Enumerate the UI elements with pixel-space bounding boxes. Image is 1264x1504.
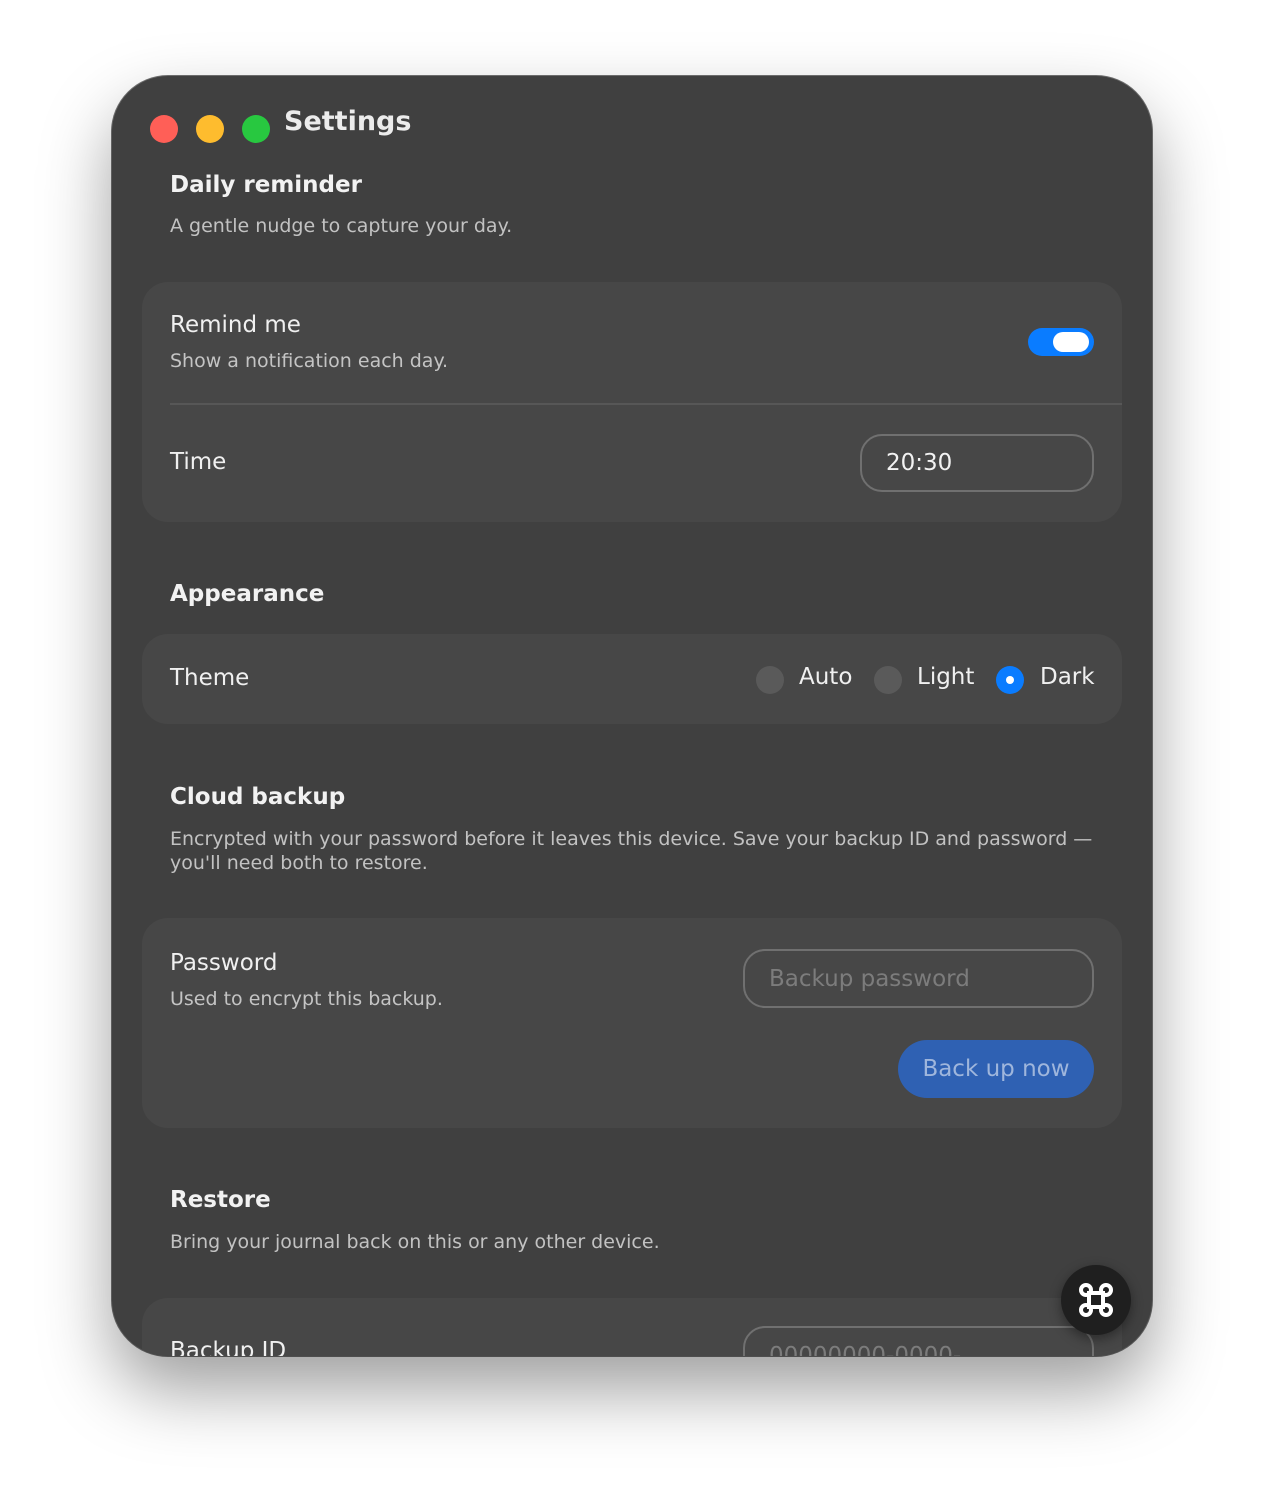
minimize-window-button[interactable] (196, 115, 224, 143)
restore-subtitle: Bring your journal back on this or any o… (170, 1231, 660, 1253)
cloud-backup-subtitle: Encrypted with your password before it l… (170, 828, 1093, 874)
window-title: Settings (284, 106, 412, 137)
theme-auto-label[interactable]: Auto (799, 664, 852, 690)
password-label: Password (170, 950, 278, 976)
daily-reminder-heading: Daily reminder (170, 172, 362, 198)
remind-me-description: Show a notification each day. (170, 350, 449, 372)
theme-dark-label[interactable]: Dark (1040, 664, 1095, 690)
backup-card: Password Used to encrypt this backup. Ba… (142, 918, 1122, 1128)
theme-light-radio[interactable] (874, 666, 902, 694)
command-symbol-icon (1079, 1283, 1113, 1317)
toggle-knob (1053, 332, 1089, 352)
restore-heading: Restore (170, 1187, 271, 1213)
remind-me-toggle[interactable] (1028, 328, 1094, 356)
reminder-card: Remind me Show a notification each day. … (142, 282, 1122, 522)
settings-window: Settings Daily reminder A gentle nudge t… (112, 76, 1152, 1356)
time-input[interactable] (860, 434, 1094, 492)
theme-light-label[interactable]: Light (917, 664, 974, 690)
appearance-heading: Appearance (170, 581, 325, 607)
remind-me-label: Remind me (170, 312, 301, 338)
appearance-card: Theme Auto Light Dark (142, 634, 1122, 724)
zoom-window-button[interactable] (242, 115, 270, 143)
cloud-backup-heading: Cloud backup (170, 784, 346, 810)
daily-reminder-subtitle: A gentle nudge to capture your day. (170, 215, 513, 237)
theme-label: Theme (170, 665, 250, 691)
backup-id-label: Backup ID (170, 1338, 287, 1356)
backup-id-input[interactable] (743, 1326, 1094, 1356)
theme-dark-radio[interactable] (996, 666, 1024, 694)
command-icon[interactable] (1061, 1265, 1131, 1335)
close-window-button[interactable] (150, 115, 178, 143)
restore-card: Backup ID (142, 1298, 1122, 1356)
back-up-now-button[interactable]: Back up now (898, 1040, 1094, 1098)
backup-password-input[interactable] (743, 949, 1094, 1008)
password-description: Used to encrypt this backup. (170, 988, 443, 1010)
reminder-divider (170, 403, 1122, 405)
time-label: Time (170, 449, 227, 475)
theme-auto-radio[interactable] (756, 666, 784, 694)
